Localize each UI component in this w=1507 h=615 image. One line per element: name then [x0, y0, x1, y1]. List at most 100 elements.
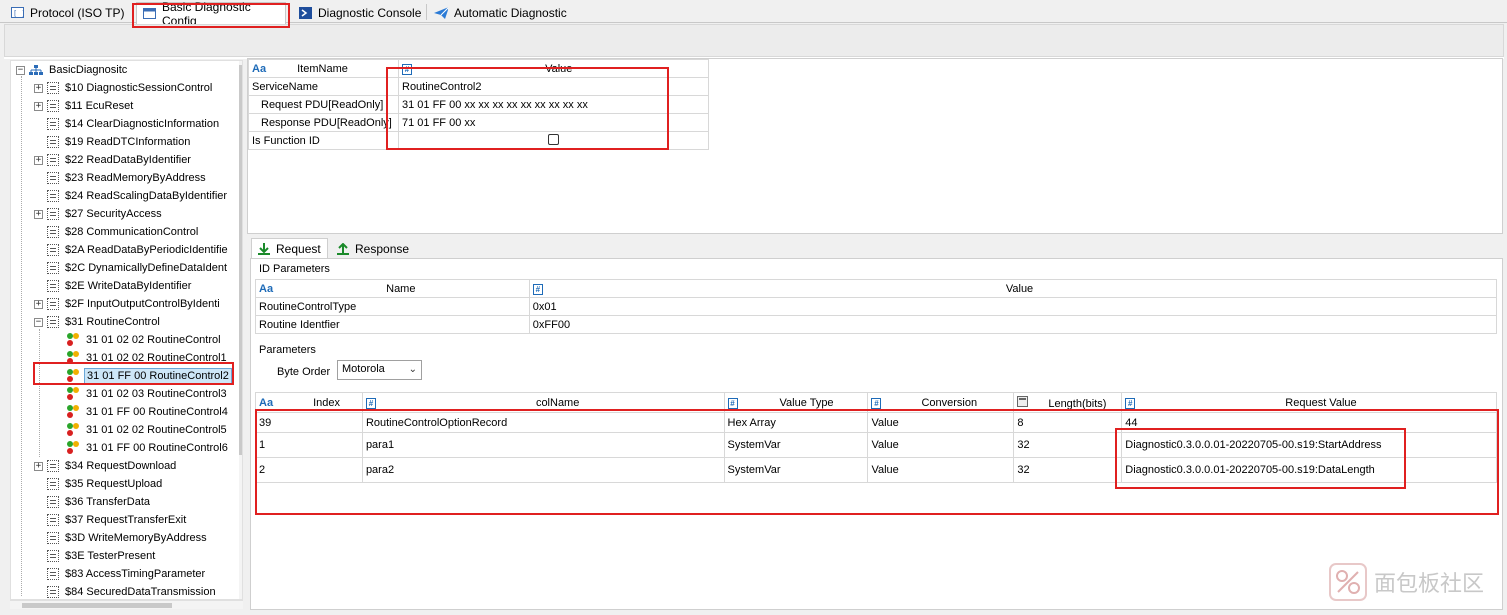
tree-item[interactable]: $83 AccessTimingParameter: [34, 565, 207, 583]
param-index[interactable]: 2: [255, 457, 363, 483]
tree-horizontal-scrollbar[interactable]: [10, 600, 243, 609]
param-value-type[interactable]: Hex Array: [723, 412, 869, 433]
tree-item[interactable]: $2E WriteDataByIdentifier: [34, 277, 193, 295]
tree-item[interactable]: $2C DynamicallyDefineDataIdent: [34, 259, 229, 277]
tab-protocol[interactable]: [ ] Protocol (ISO TP): [4, 2, 130, 23]
tree-item[interactable]: + $11 EcuReset: [34, 97, 135, 115]
param-index[interactable]: 39: [255, 412, 363, 433]
tree-item[interactable]: + $10 DiagnosticSessionControl: [34, 79, 214, 97]
tree-child-item[interactable]: 31 01 02 02 RoutineControl1: [67, 349, 229, 367]
tree-item[interactable]: $24 ReadScalingDataByIdentifier: [34, 187, 229, 205]
column-header-itemname[interactable]: Aa ItemName: [248, 59, 399, 78]
is-function-id-checkbox[interactable]: [548, 133, 559, 145]
tree-item[interactable]: $37 RequestTransferExit: [34, 511, 188, 529]
tree-child-label: 31 01 FF 00 RoutineControl6: [86, 442, 228, 454]
tree-child-item[interactable]: 31 01 02 02 RoutineControl5: [67, 421, 229, 439]
param-colname[interactable]: para1: [361, 432, 725, 458]
tree-item[interactable]: $84 SecuredDataTransmission: [34, 583, 218, 599]
tab-automatic-diagnostic[interactable]: Automatic Diagnostic: [428, 2, 573, 23]
tree-item[interactable]: $14 ClearDiagnosticInformation: [34, 115, 221, 133]
tree-child-item[interactable]: 31 01 FF 00 RoutineControl4: [67, 403, 230, 421]
tree-item[interactable]: $3E TesterPresent: [34, 547, 157, 565]
column-header-colname[interactable]: # colName: [361, 392, 725, 413]
param-conversion[interactable]: Value: [867, 432, 1015, 458]
param-colname[interactable]: para2: [361, 457, 725, 483]
tree-item[interactable]: $2A ReadDataByPeriodicIdentifie: [34, 241, 230, 259]
logo-icon: [1328, 562, 1368, 602]
table-row[interactable]: 2 para2 SystemVar Value 32 Diagnostic0.3.0.0.…: [255, 457, 1497, 483]
collapse-icon[interactable]: −: [16, 65, 25, 75]
tree-item[interactable]: + $27 SecurityAccess: [34, 205, 164, 223]
tree-child-item[interactable]: 31 01 02 02 RoutineControl: [67, 331, 223, 349]
column-header-name[interactable]: Aa Name: [255, 279, 530, 298]
tree-item[interactable]: $19 ReadDTCInformation: [34, 133, 192, 151]
tree-item[interactable]: + $22 ReadDataByIdentifier: [34, 151, 193, 169]
tree-child-item[interactable]: 31 01 FF 00 RoutineControl6: [67, 439, 230, 457]
param-conversion[interactable]: Value: [867, 412, 1015, 433]
watermark: 面包板社区: [1328, 562, 1484, 602]
service-icon: [47, 100, 59, 112]
column-header-request-value[interactable]: # Request Value: [1121, 392, 1497, 413]
tree-child-item[interactable]: 31 01 FF 00 RoutineControl2: [67, 367, 232, 385]
collapse-icon[interactable]: −: [34, 317, 43, 327]
byte-order-select[interactable]: Motorola ⌄: [337, 360, 422, 380]
tree-item-label: $14 ClearDiagnosticInformation: [65, 118, 220, 130]
service-icon: [47, 262, 59, 274]
id-param-name: RoutineControlType: [255, 297, 530, 316]
param-request-value[interactable]: 44: [1121, 412, 1497, 433]
tree-child-label-selected: 31 01 FF 00 RoutineControl2: [84, 368, 232, 384]
send-icon: [434, 6, 448, 19]
param-length[interactable]: 8: [1013, 412, 1123, 433]
expand-icon[interactable]: +: [34, 209, 43, 219]
tab-diagnostic-console[interactable]: Diagnostic Console: [292, 2, 427, 23]
tree-item-label: $19 ReadDTCInformation: [65, 136, 191, 148]
chevron-down-icon: ⌄: [408, 364, 417, 375]
expand-icon[interactable]: +: [34, 461, 43, 471]
tab-response[interactable]: Response: [331, 238, 415, 259]
tree-item[interactable]: $36 TransferData: [34, 493, 152, 511]
tree-item[interactable]: $3D WriteMemoryByAddress: [34, 529, 209, 547]
tree-item-label: $3E TesterPresent: [65, 550, 156, 562]
tree-item[interactable]: + $2F InputOutputControlByIdenti: [34, 295, 222, 313]
param-value-type[interactable]: SystemVar: [723, 432, 869, 458]
column-header-length[interactable]: Length(bits): [1013, 392, 1123, 413]
tab-basic-diagnostic-config[interactable]: Basic Diagnostic Config: [136, 0, 286, 28]
param-length[interactable]: 32: [1013, 457, 1123, 483]
table-row[interactable]: 1 para1 SystemVar Value 32 Diagnostic0.3.0.0.…: [255, 432, 1497, 458]
tree-child-item[interactable]: 31 01 02 03 RoutineControl3: [67, 385, 229, 403]
service-icon: [47, 568, 59, 580]
tree-item[interactable]: + $34 RequestDownload: [34, 457, 178, 475]
column-header-value[interactable]: # Value: [398, 59, 709, 78]
column-header-index[interactable]: Aa Index: [255, 392, 363, 413]
tab-request[interactable]: Request: [251, 238, 328, 259]
id-param-value[interactable]: 0xFF00: [528, 315, 1498, 334]
expand-icon[interactable]: +: [34, 299, 43, 309]
table-row[interactable]: 39 RoutineControlOptionRecord Hex Array Val…: [255, 412, 1497, 433]
tree-item[interactable]: $28 CommunicationControl: [34, 223, 200, 241]
column-header-value[interactable]: # Value: [528, 279, 1498, 298]
param-request-value[interactable]: Diagnostic0.3.0.0.01-20220705-00.s19:Sta…: [1121, 432, 1497, 458]
id-param-value[interactable]: 0x01: [528, 297, 1498, 316]
tree-item[interactable]: $23 ReadMemoryByAddress: [34, 169, 208, 187]
prop-value-servicename[interactable]: RoutineControl2: [398, 77, 709, 96]
param-value-type[interactable]: SystemVar: [723, 457, 869, 483]
tree-vertical-scrollbar[interactable]: [239, 61, 242, 599]
parameters-title: Parameters: [259, 344, 316, 356]
expand-icon[interactable]: +: [34, 155, 43, 165]
column-header-value-type[interactable]: # Value Type: [723, 392, 869, 413]
tree-item-label: $3D WriteMemoryByAddress: [65, 532, 207, 544]
download-icon: [258, 243, 270, 255]
upload-icon: [337, 242, 349, 255]
param-index[interactable]: 1: [255, 432, 363, 458]
expand-icon[interactable]: +: [34, 83, 43, 93]
param-request-value[interactable]: Diagnostic0.3.0.0.01-20220705-00.s19:Dat…: [1121, 457, 1497, 483]
column-header-conversion[interactable]: # Conversion: [867, 392, 1015, 413]
tree-item-label: $37 RequestTransferExit: [65, 514, 187, 526]
expand-icon[interactable]: +: [34, 101, 43, 111]
param-colname[interactable]: RoutineControlOptionRecord: [361, 412, 725, 433]
tree-root[interactable]: − BasicDiagnositc: [16, 61, 129, 79]
tree-item[interactable]: − $31 RoutineControl: [34, 313, 162, 331]
tree-item[interactable]: $35 RequestUpload: [34, 475, 164, 493]
param-length[interactable]: 32: [1013, 432, 1123, 458]
param-conversion[interactable]: Value: [867, 457, 1015, 483]
